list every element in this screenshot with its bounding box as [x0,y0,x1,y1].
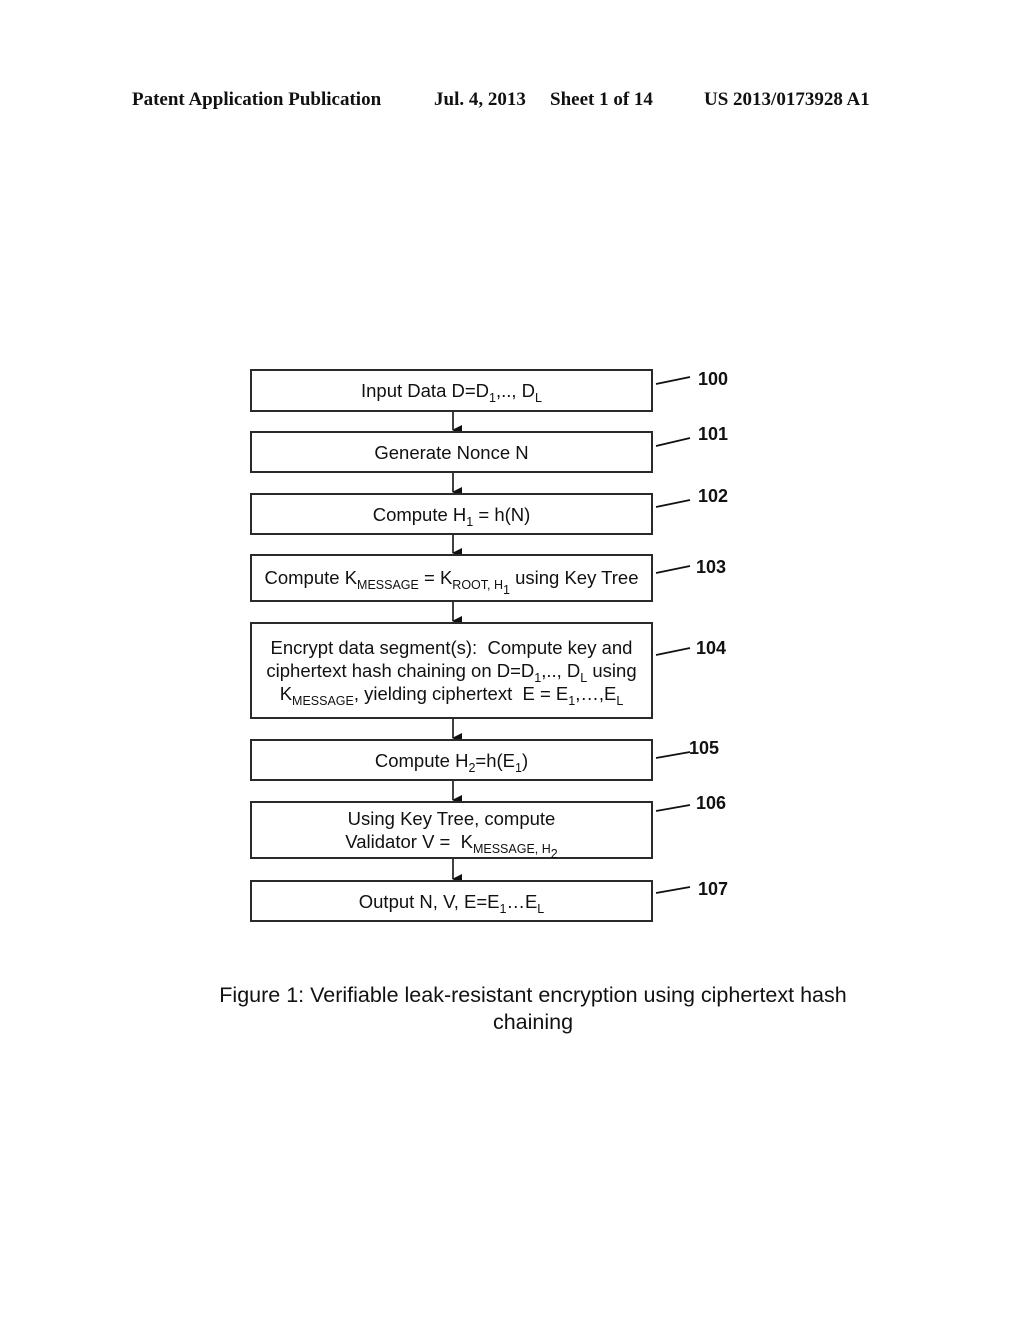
step-box-107: Output N, V, E=E1…EL [250,880,653,922]
leader-line-107 [655,886,691,894]
reference-numeral-100: 100 [698,369,729,389]
step-box-100: Input Data D=D1,.., DL [250,369,653,412]
leader-line-106 [655,804,691,812]
step-box-101: Generate Nonce N [250,431,653,473]
step-text: Compute H2=h(E1) [374,749,529,775]
step-text: Input Data D=D1,.., DL [361,380,542,405]
step-text: Using Key Tree, compute Validator V = KME… [345,807,558,861]
leader-line-101 [655,437,691,447]
reference-numeral-103: 103 [696,557,727,577]
step-text: Encrypt data segment(s): Compute key and… [266,637,637,708]
leader-line-105 [655,751,691,759]
step-box-106: Using Key Tree, compute Validator V = KME… [250,801,653,861]
reference-numeral-102: 102 [698,486,729,506]
leader-line-100 [655,376,691,385]
reference-numeral-104: 104 [696,638,727,658]
figure-caption: Figure 1: Verifiable leak-resistant encr… [219,983,847,1034]
step-text: Compute KMESSAGE = KROOT, H1 using Key T… [264,567,639,597]
leader-line-103 [655,565,691,574]
reference-numeral-107: 107 [698,879,729,899]
reference-numeral-105: 105 [689,738,720,758]
step-box-103: Compute KMESSAGE = KROOT, H1 using Key T… [250,554,653,602]
leader-line-104 [655,647,691,656]
step-box-102: Compute H1 = h(N) [250,493,653,535]
reference-numeral-101: 101 [698,424,729,444]
step-box-104: Encrypt data segment(s): Compute key and… [250,622,653,719]
step-text: Output N, V, E=E1…EL [358,890,545,916]
step-text: Compute H1 = h(N) [372,503,531,529]
step-box-105: Compute H2=h(E1) [250,739,653,781]
step-text: Generate Nonce N [374,441,529,463]
leader-line-102 [655,499,691,508]
reference-numeral-106: 106 [696,793,727,813]
